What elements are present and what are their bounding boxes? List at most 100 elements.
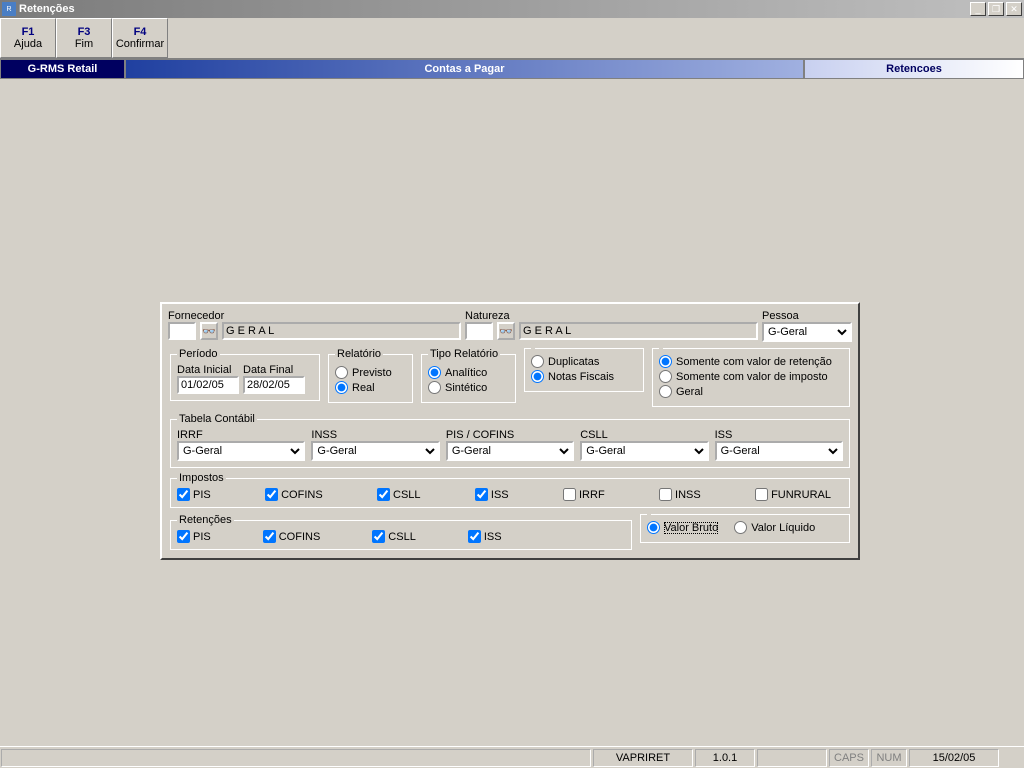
close-button[interactable]: ✕ xyxy=(1006,2,1022,16)
sintetico-radio[interactable] xyxy=(428,381,441,394)
valor-liquido-radio[interactable] xyxy=(734,521,747,534)
iss-label: ISS xyxy=(715,429,843,441)
impostos-funrural-label: FUNRURAL xyxy=(771,489,831,501)
sintetico-label: Sintético xyxy=(445,382,487,394)
help-button[interactable]: F1 Ajuda xyxy=(0,18,56,58)
fornecedor-label: Fornecedor xyxy=(168,310,461,322)
impostos-group: Impostos PIS COFINS CSLL ISS IRRF INSS F… xyxy=(170,472,850,508)
data-final-label: Data Final xyxy=(243,364,305,376)
somente-retencao-radio[interactable] xyxy=(659,355,672,368)
geral-radio[interactable] xyxy=(659,385,672,398)
fornecedor-name-display xyxy=(222,322,461,340)
inss-select[interactable]: G-Geral xyxy=(311,441,439,461)
notas-fiscais-label: Notas Fiscais xyxy=(548,371,614,383)
periodo-legend: Período xyxy=(177,348,220,360)
retencoes-iss-checkbox[interactable] xyxy=(468,530,481,543)
previsto-label: Previsto xyxy=(352,367,392,379)
somente-imposto-label: Somente com valor de imposto xyxy=(676,371,828,383)
real-radio[interactable] xyxy=(335,381,348,394)
filtro-group: Somente com valor de retenção Somente co… xyxy=(652,348,850,407)
confirm-button[interactable]: F4 Confirmar xyxy=(112,18,168,58)
valor-bruto-label: Valor Bruto xyxy=(664,522,718,534)
f1-key-label: F1 xyxy=(22,26,35,38)
data-inicial-input[interactable] xyxy=(177,376,239,394)
main-panel: Fornecedor 👓 Natureza 👓 Pessoa G-Geral P… xyxy=(160,302,860,560)
impostos-legend: Impostos xyxy=(177,472,226,484)
analitico-radio[interactable] xyxy=(428,366,441,379)
retencoes-pis-checkbox[interactable] xyxy=(177,530,190,543)
retencoes-csll-checkbox[interactable] xyxy=(372,530,385,543)
analitico-label: Analítico xyxy=(445,367,487,379)
binoculars-icon: 👓 xyxy=(202,325,216,338)
csll-label: CSLL xyxy=(580,429,708,441)
breadcrumb-page: Retencoes xyxy=(804,59,1024,79)
fornecedor-code-input[interactable] xyxy=(168,322,196,340)
status-num-cell: NUM xyxy=(871,749,907,767)
natureza-lookup-button[interactable]: 👓 xyxy=(497,322,515,340)
irrf-label: IRRF xyxy=(177,429,305,441)
f4-key-label: F4 xyxy=(134,26,147,38)
somente-imposto-radio[interactable] xyxy=(659,370,672,383)
status-date-cell: 15/02/05 xyxy=(909,749,999,767)
f4-label: Confirmar xyxy=(116,38,164,50)
duplicatas-radio[interactable] xyxy=(531,355,544,368)
iss-select[interactable]: G-Geral xyxy=(715,441,843,461)
maximize-button[interactable]: ❐ xyxy=(988,2,1004,16)
retencoes-csll-label: CSLL xyxy=(388,531,416,543)
periodo-group: Período Data Inicial Data Final xyxy=(170,348,320,401)
data-inicial-label: Data Inicial xyxy=(177,364,239,376)
origem-group: Duplicatas Notas Fiscais xyxy=(524,348,644,392)
tipo-relatorio-legend: Tipo Relatório xyxy=(428,348,500,360)
status-version-cell: 1.0.1 xyxy=(695,749,755,767)
piscofins-select[interactable]: G-Geral xyxy=(446,441,574,461)
retencoes-cofins-checkbox[interactable] xyxy=(263,530,276,543)
natureza-code-input[interactable] xyxy=(465,322,493,340)
impostos-inss-checkbox[interactable] xyxy=(659,488,672,501)
end-button[interactable]: F3 Fim xyxy=(56,18,112,58)
breadcrumb-app: G-RMS Retail xyxy=(0,59,125,79)
csll-select[interactable]: G-Geral xyxy=(580,441,708,461)
minimize-button[interactable]: _ xyxy=(970,2,986,16)
irrf-select[interactable]: G-Geral xyxy=(177,441,305,461)
f1-label: Ajuda xyxy=(14,38,42,50)
f3-key-label: F3 xyxy=(78,26,91,38)
impostos-funrural-checkbox[interactable] xyxy=(755,488,768,501)
natureza-name-display xyxy=(519,322,758,340)
binoculars-icon: 👓 xyxy=(499,325,513,338)
app-icon: R xyxy=(2,2,16,16)
inss-label: INSS xyxy=(311,429,439,441)
pessoa-label: Pessoa xyxy=(762,310,852,322)
data-final-input[interactable] xyxy=(243,376,305,394)
status-program-cell: VAPRIRET xyxy=(593,749,693,767)
relatorio-legend: Relatório xyxy=(335,348,383,360)
relatorio-group: Relatório Previsto Real xyxy=(328,348,413,403)
impostos-cofins-checkbox[interactable] xyxy=(265,488,278,501)
status-caps-cell: CAPS xyxy=(829,749,869,767)
window-title: Retenções xyxy=(19,3,970,15)
impostos-pis-checkbox[interactable] xyxy=(177,488,190,501)
impostos-irrf-checkbox[interactable] xyxy=(563,488,576,501)
title-bar: R Retenções _ ❐ ✕ xyxy=(0,0,1024,18)
breadcrumb-module: Contas a Pagar xyxy=(125,59,804,79)
impostos-iss-label: ISS xyxy=(491,489,509,501)
fornecedor-lookup-button[interactable]: 👓 xyxy=(200,322,218,340)
impostos-csll-checkbox[interactable] xyxy=(377,488,390,501)
real-label: Real xyxy=(352,382,375,394)
valor-liquido-label: Valor Líquido xyxy=(751,522,815,534)
tabela-contabil-legend: Tabela Contábil xyxy=(177,413,257,425)
valor-group: Valor Bruto Valor Líquido xyxy=(640,514,850,543)
impostos-inss-label: INSS xyxy=(675,489,701,501)
f3-label: Fim xyxy=(75,38,93,50)
retencoes-group: Retenções PIS COFINS CSLL ISS xyxy=(170,514,632,550)
retencoes-cofins-label: COFINS xyxy=(279,531,321,543)
valor-bruto-radio[interactable] xyxy=(647,521,660,534)
tabela-contabil-group: Tabela Contábil IRRFG-Geral INSSG-Geral … xyxy=(170,413,850,468)
natureza-label: Natureza xyxy=(465,310,758,322)
previsto-radio[interactable] xyxy=(335,366,348,379)
toolbar: F1 Ajuda F3 Fim F4 Confirmar xyxy=(0,18,1024,59)
notas-fiscais-radio[interactable] xyxy=(531,370,544,383)
breadcrumb: G-RMS Retail Contas a Pagar Retencoes xyxy=(0,59,1024,79)
impostos-pis-label: PIS xyxy=(193,489,211,501)
impostos-iss-checkbox[interactable] xyxy=(475,488,488,501)
pessoa-select[interactable]: G-Geral xyxy=(762,322,852,342)
